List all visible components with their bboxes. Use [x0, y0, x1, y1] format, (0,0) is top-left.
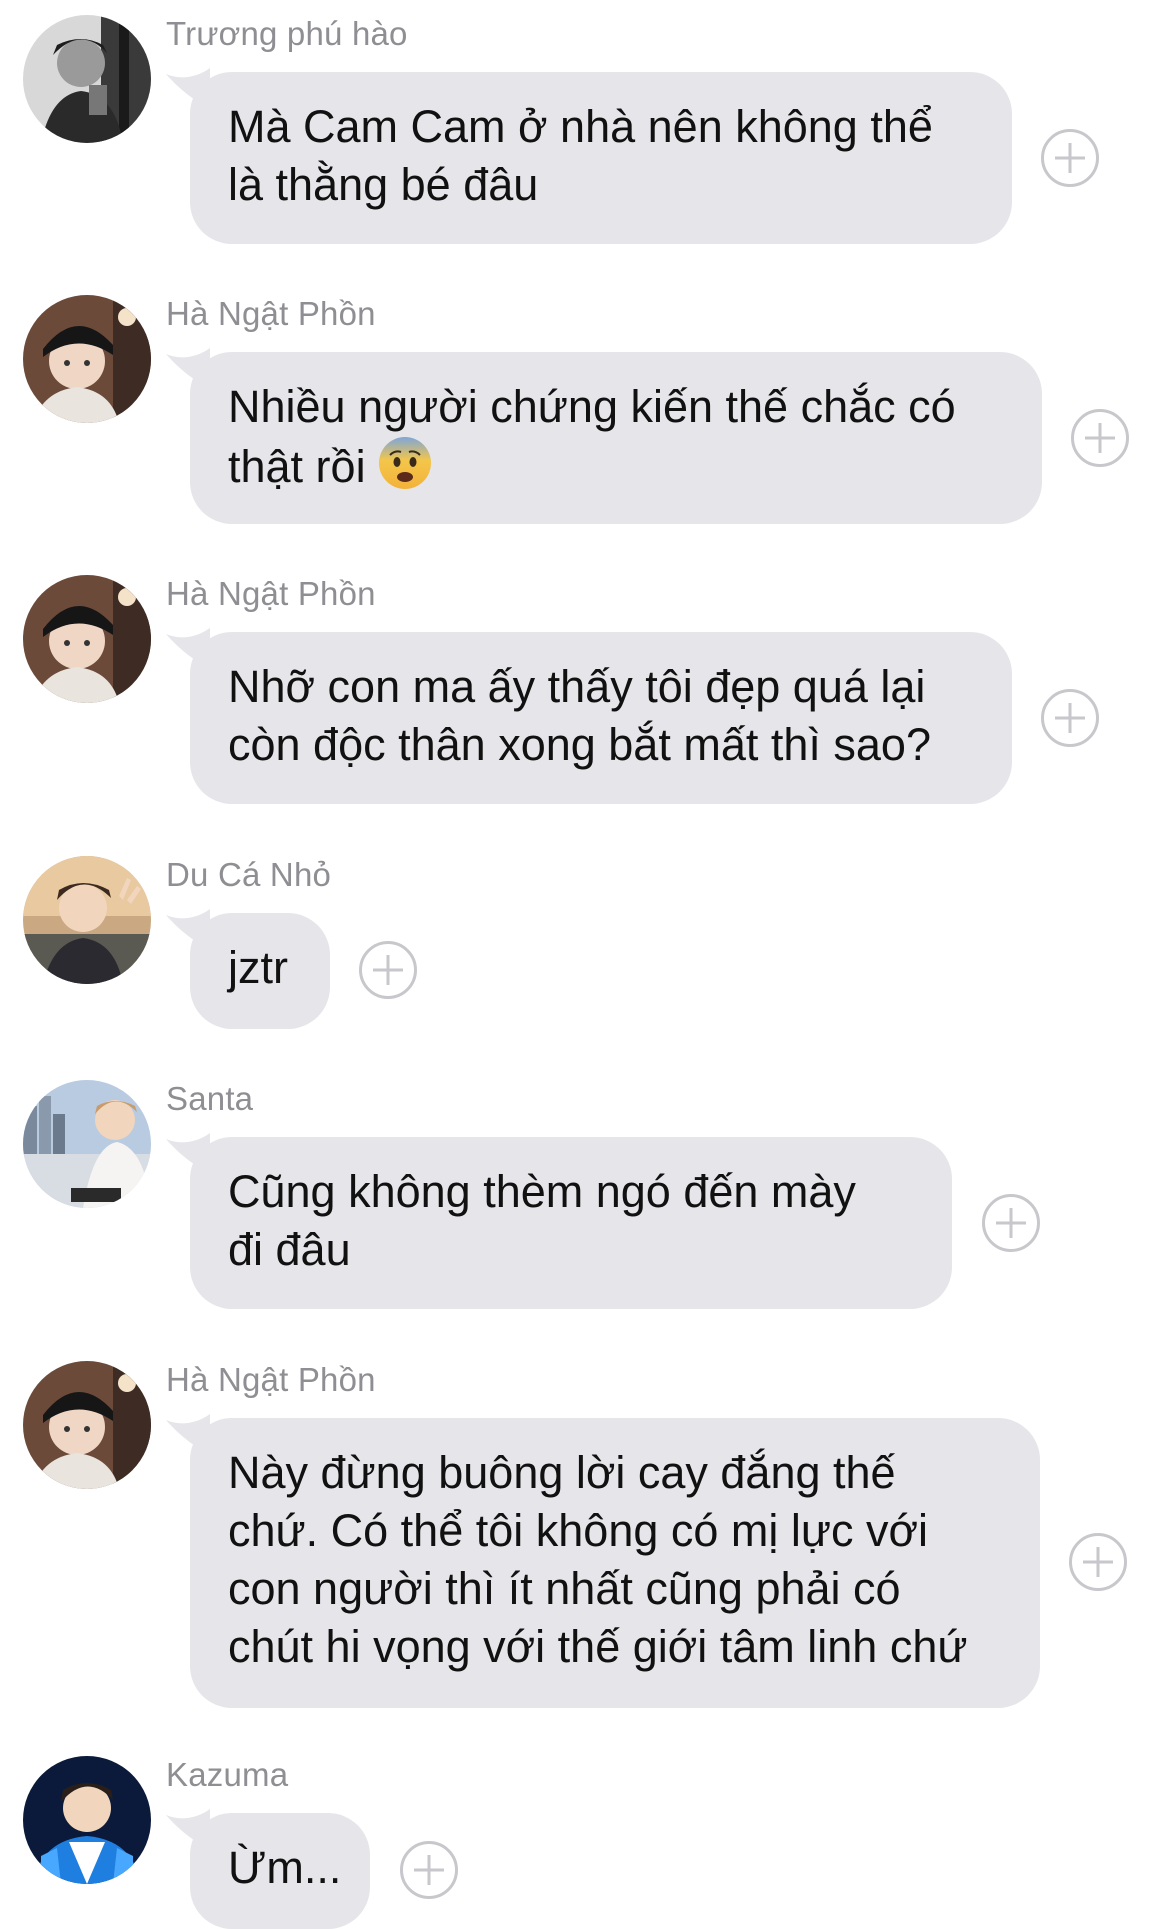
sender-name: Hà Ngật Phồn	[166, 295, 376, 332]
message-line: còn độc thân xong bắt mất thì sao?	[228, 719, 931, 770]
sender-name: Du Cá Nhỏ	[166, 856, 332, 893]
sender-name: Kazuma	[166, 1756, 289, 1793]
message-line-with-emoji: thật rồi	[228, 436, 1004, 496]
message-line: thật rồi	[228, 441, 366, 492]
message-line: là thằng bé đâu	[228, 159, 539, 210]
message-line: Nhỡ con ma ấy thấy tôi đẹp quá lại	[228, 661, 926, 712]
add-reaction-icon[interactable]	[1069, 1533, 1127, 1591]
sender-name: Hà Ngật Phồn	[166, 1361, 376, 1398]
message-line: jztr	[228, 942, 288, 993]
fearful-face-emoji	[379, 437, 432, 489]
add-reaction-icon[interactable]	[1071, 409, 1129, 467]
avatar[interactable]	[23, 1361, 151, 1489]
add-reaction-icon[interactable]	[1041, 689, 1099, 747]
avatar[interactable]	[23, 15, 151, 143]
add-reaction-icon[interactable]	[1041, 129, 1099, 187]
add-reaction-icon[interactable]	[400, 1841, 458, 1899]
avatar[interactable]	[23, 295, 151, 423]
message-line: chút hi vọng với thế giới tâm linh chứ	[228, 1621, 968, 1672]
message-bubble[interactable]: Này đừng buông lời cay đắng thế chứ. Có …	[190, 1418, 1040, 1708]
message-bubble[interactable]: Mà Cam Cam ở nhà nên không thể là thằng …	[190, 72, 1012, 244]
message-bubble[interactable]: Nhỡ con ma ấy thấy tôi đẹp quá lại còn đ…	[190, 632, 1012, 804]
message-bubble[interactable]: Cũng không thèm ngó đến mày đi đâu	[190, 1137, 952, 1309]
message-line: đi đâu	[228, 1224, 351, 1275]
message-line: Nhiều người chứng kiến thế chắc có	[228, 381, 956, 432]
avatar[interactable]	[23, 575, 151, 703]
add-reaction-icon[interactable]	[982, 1194, 1040, 1252]
message-line: Cũng không thèm ngó đến mày	[228, 1166, 856, 1217]
avatar[interactable]	[23, 856, 151, 984]
message-line: con người thì ít nhất cũng phải có	[228, 1563, 901, 1614]
sender-name: Santa	[166, 1080, 254, 1117]
avatar[interactable]	[23, 1756, 151, 1884]
message-line: Mà Cam Cam ở nhà nên không thể	[228, 101, 933, 152]
avatar[interactable]	[23, 1080, 151, 1208]
message-line: Này đừng buông lời cay đắng thế	[228, 1447, 896, 1498]
message-bubble[interactable]: Nhiều người chứng kiến thế chắc có thật …	[190, 352, 1042, 524]
sender-name: Hà Ngật Phồn	[166, 575, 376, 612]
sender-name: Trương phú hào	[166, 15, 408, 52]
message-bubble[interactable]: jztr	[190, 913, 330, 1029]
message-line: Ừm...	[228, 1842, 342, 1893]
add-reaction-icon[interactable]	[359, 941, 417, 999]
message-bubble[interactable]: Ừm...	[190, 1813, 370, 1929]
message-line: chứ. Có thể tôi không có mị lực với	[228, 1505, 929, 1556]
